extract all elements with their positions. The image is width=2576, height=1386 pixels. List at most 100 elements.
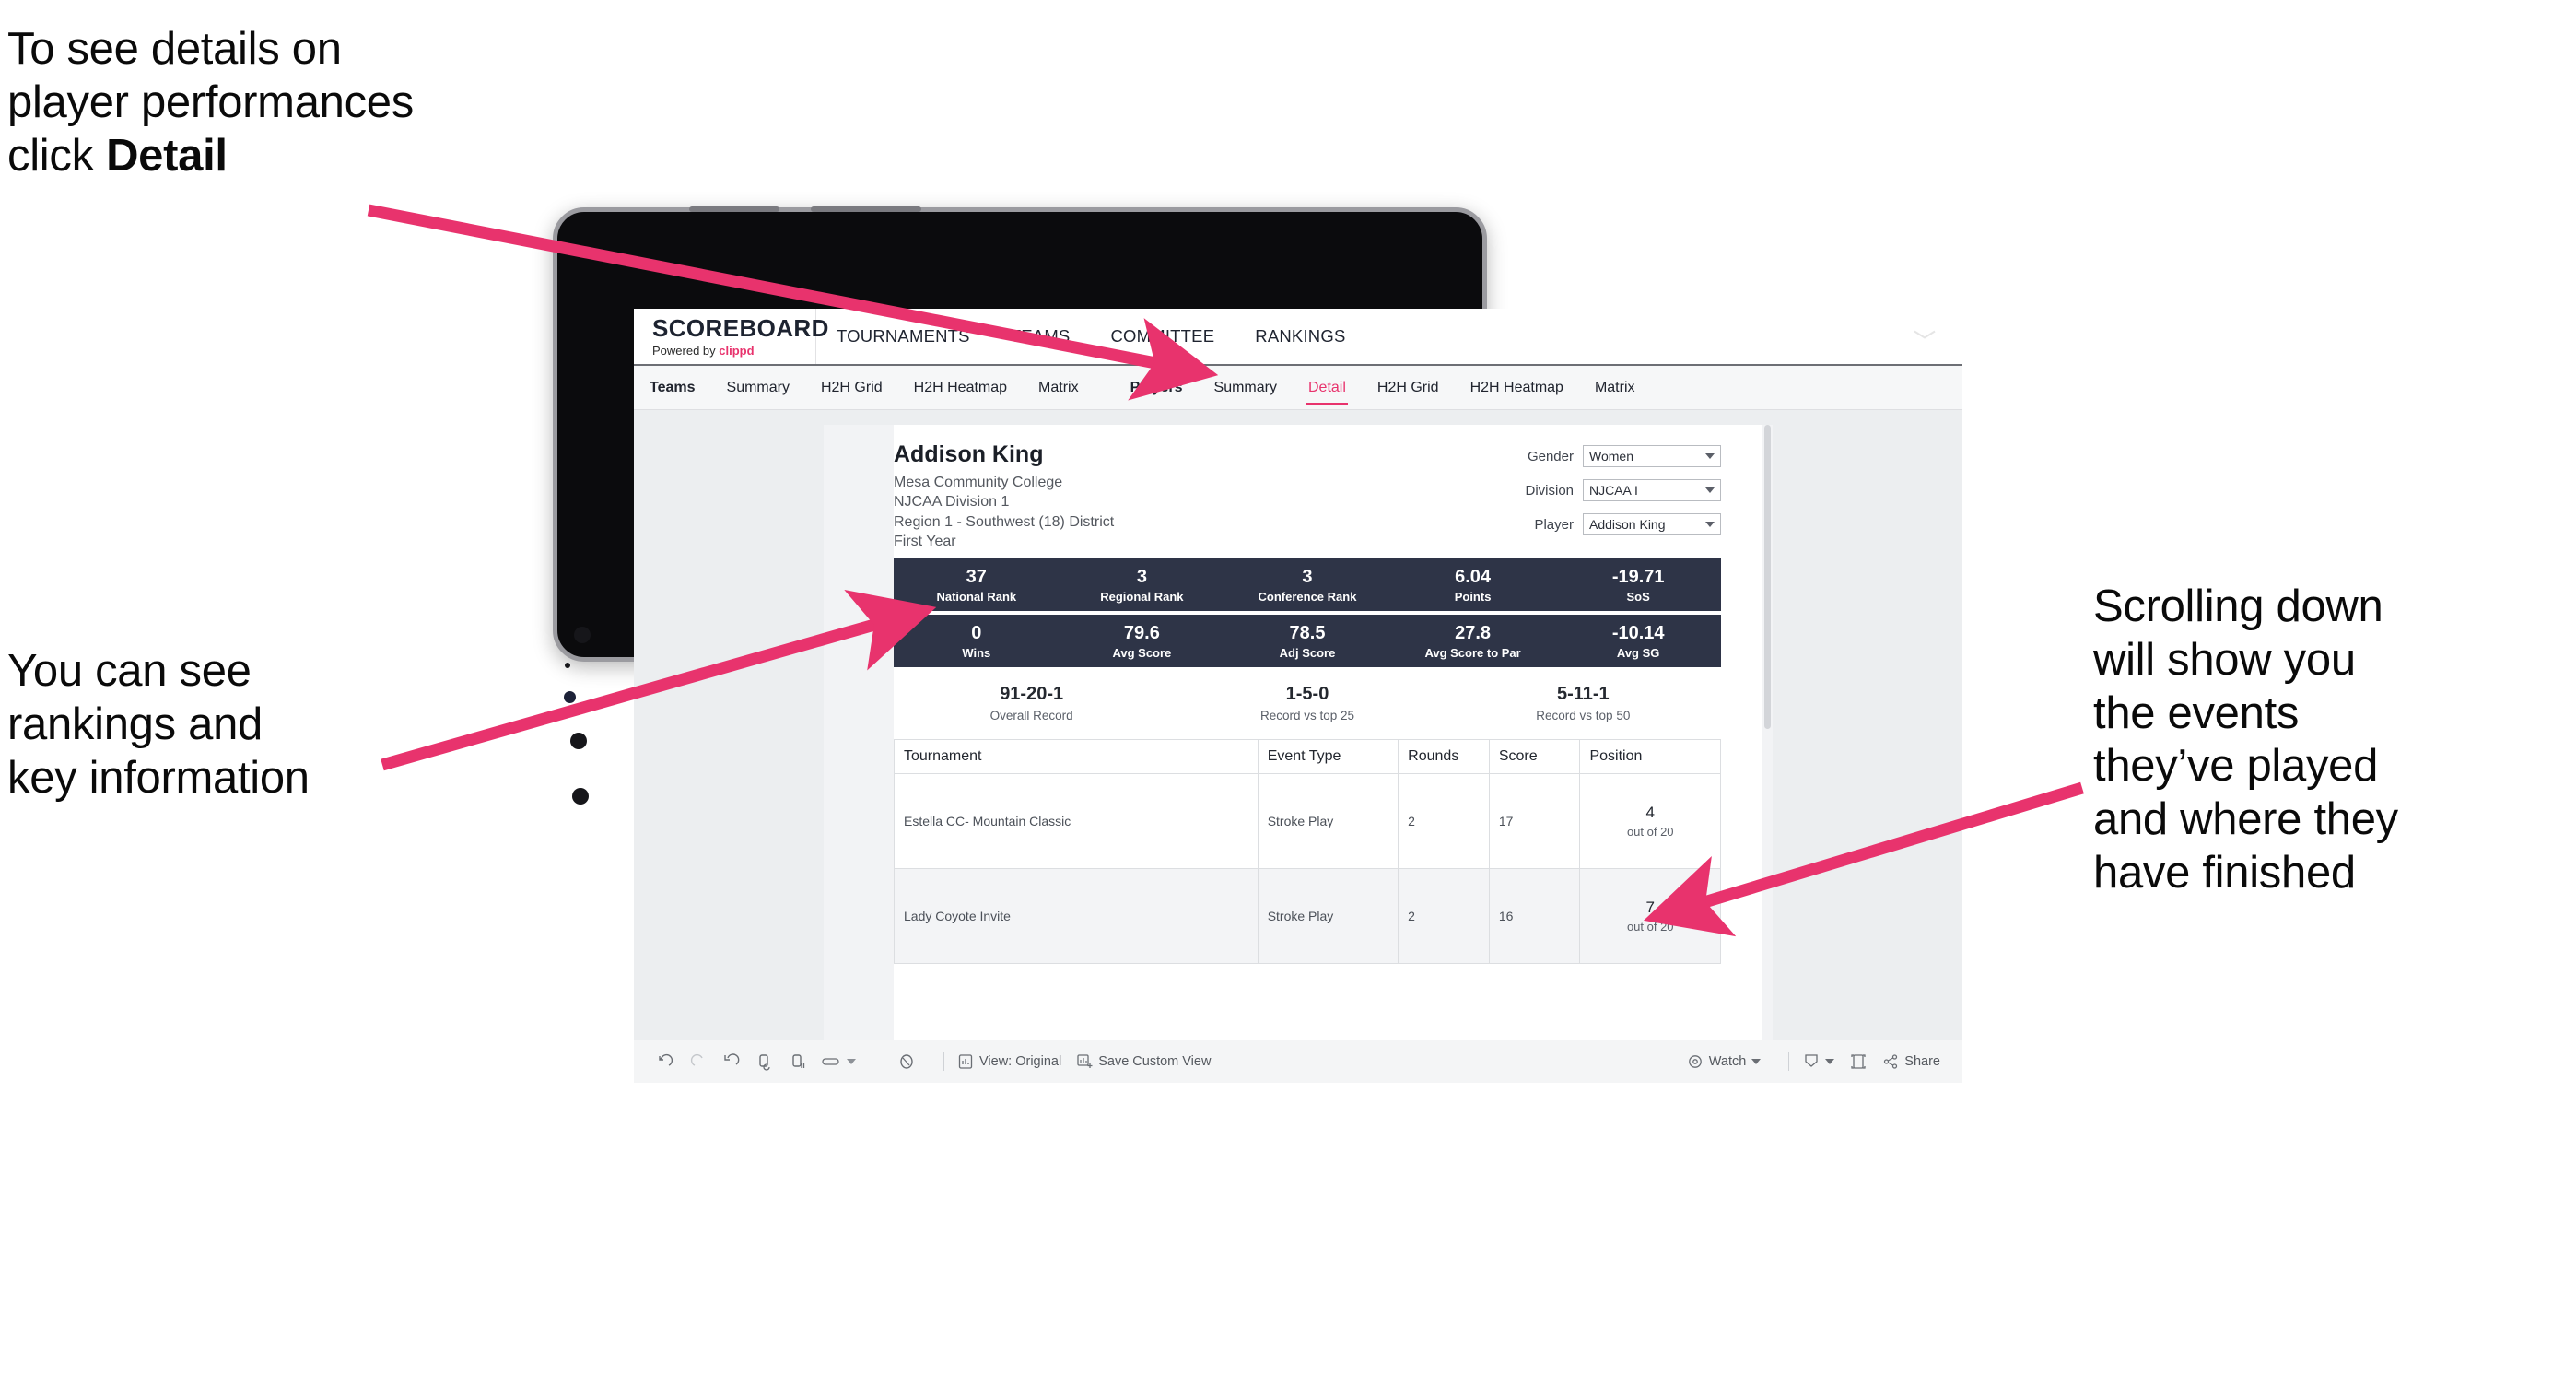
sub-nav-item-players-matrix[interactable]: Matrix [1579, 366, 1651, 409]
app-screen: SCOREBOARD Powered by clippd TOURNAMENTS… [634, 309, 1962, 1083]
filter-player: Player Addison King [1525, 513, 1721, 535]
stat-label: Avg Score to Par [1424, 645, 1521, 660]
revert-button[interactable] [722, 1052, 741, 1071]
watch-label: Watch [1708, 1054, 1747, 1069]
brand-logo[interactable]: SCOREBOARD Powered by clippd [634, 309, 829, 364]
cell-score: 17 [1488, 773, 1581, 870]
record-label: Record vs top 50 [1536, 709, 1631, 723]
record-label: Record vs top 25 [1259, 709, 1355, 723]
column-header-score[interactable]: Score [1488, 739, 1581, 775]
sub-nav-item-players-h2h-grid[interactable]: H2H Grid [1362, 366, 1455, 409]
view-original-button[interactable]: View: Original [957, 1053, 1061, 1070]
mic-dot [570, 733, 587, 749]
filter-gender-value: Women [1589, 449, 1633, 464]
save-custom-view-button[interactable]: Save Custom View [1076, 1053, 1211, 1070]
sub-nav-item-players-h2h-heatmap[interactable]: H2H Heatmap [1455, 366, 1579, 409]
top-nav-item-tournaments[interactable]: TOURNAMENTS [816, 309, 990, 364]
player-identity: Addison King Mesa Community College NJCA… [894, 441, 1114, 551]
dashboard-canvas: Addison King Mesa Community College NJCA… [634, 410, 1962, 1083]
record-value: 1-5-0 [1285, 684, 1329, 705]
sub-nav-item-teams[interactable]: Teams [634, 366, 711, 409]
stat-regional-rank: 3 Regional Rank [1060, 567, 1225, 604]
view-original-label: View: Original [979, 1054, 1062, 1069]
stats-row-rankings: 37 National Rank 3 Regional Rank 3 Confe… [894, 558, 1721, 612]
record-vs-top-50: 5-11-1 Record vs top 50 [1446, 684, 1721, 722]
filter-player-select[interactable]: Addison King [1583, 513, 1721, 535]
position-out-of: out of 20 [1626, 825, 1674, 840]
sub-nav-item-teams-matrix[interactable]: Matrix [1023, 366, 1095, 409]
stat-value: 78.5 [1289, 622, 1326, 643]
brand-title: SCOREBOARD [652, 313, 829, 342]
callout-bold-detail: Detail [106, 130, 228, 181]
stat-avg-score: 79.6 Avg Score [1060, 623, 1225, 660]
download-button[interactable] [1802, 1052, 1835, 1071]
table-header-row: Tournament Event Type Rounds Score Posit… [894, 739, 1721, 775]
player-header-row: Addison King Mesa Community College NJCA… [894, 441, 1721, 551]
top-nav-item-committee[interactable]: COMMITTEE [1090, 309, 1235, 364]
toolbar-divider [1788, 1052, 1790, 1071]
stat-value: 37 [966, 566, 987, 587]
pan-button[interactable] [822, 1052, 856, 1071]
sub-nav-item-players[interactable]: Players [1115, 366, 1199, 409]
sub-nav-item-players-detail[interactable]: Detail [1293, 366, 1362, 409]
stat-avg-sg: -10.14 Avg SG [1555, 623, 1721, 660]
stat-national-rank: 37 National Rank [894, 567, 1060, 604]
position-number: 4 [1645, 804, 1655, 822]
show-me-button[interactable] [897, 1052, 916, 1071]
callout-scrolling-down: Scrolling down will show you the events … [2093, 581, 2398, 899]
filter-division-select[interactable]: NJCAA I [1583, 479, 1721, 501]
top-nav-item-rankings[interactable]: RANKINGS [1235, 309, 1365, 364]
player-school: Mesa Community College [894, 475, 1063, 490]
player-region: Region 1 - Southwest (18) District [894, 513, 1115, 530]
player-year: First Year [894, 533, 956, 549]
column-header-event-type[interactable]: Event Type [1257, 739, 1399, 775]
table-row[interactable]: Estella CC- Mountain Classic Stroke Play… [894, 773, 1721, 870]
cell-tournament: Estella CC- Mountain Classic [894, 773, 1259, 870]
sub-nav-item-players-summary[interactable]: Summary [1199, 366, 1293, 409]
pause-auto-updates-button[interactable] [789, 1052, 807, 1071]
sheet-scrollbar-track[interactable] [1762, 425, 1773, 1083]
share-button[interactable]: Share [1882, 1053, 1940, 1070]
sub-nav-item-teams-h2h-grid[interactable]: H2H Grid [805, 366, 898, 409]
sub-nav-teams-group: Teams Summary H2H Grid H2H Heatmap Matri… [634, 366, 1095, 409]
brand-clippd: clippd [719, 343, 755, 358]
column-header-rounds[interactable]: Rounds [1398, 739, 1490, 775]
cell-score: 16 [1488, 868, 1581, 965]
top-nav-item-teams[interactable]: TEAMS [990, 309, 1091, 364]
share-label: Share [1904, 1054, 1940, 1069]
sub-nav-item-teams-summary[interactable]: Summary [711, 366, 805, 409]
filter-gender-label: Gender [1527, 448, 1574, 464]
column-header-tournament[interactable]: Tournament [894, 739, 1259, 775]
record-value: 5-11-1 [1556, 684, 1610, 705]
player-division: NJCAA Division 1 [894, 494, 1010, 511]
table-row[interactable]: Lady Coyote Invite Stroke Play 2 16 7 ou… [894, 868, 1721, 965]
callout-rankings-info: You can see rankings and key information [7, 646, 310, 803]
watch-icon [1687, 1053, 1704, 1070]
record-label: Overall Record [989, 709, 1073, 723]
cell-position: 7 out of 20 [1579, 868, 1721, 965]
stats-row-scoring: 0 Wins 79.6 Avg Score 78.5 Adj Score 27.… [894, 615, 1721, 668]
sensor-dot-small [565, 663, 570, 668]
sub-nav-item-teams-h2h-heatmap[interactable]: H2H Heatmap [898, 366, 1023, 409]
undo-button[interactable] [656, 1052, 674, 1071]
fullscreen-button[interactable] [1849, 1052, 1868, 1071]
header-menu-icon[interactable] [1913, 328, 1937, 346]
redo-button[interactable] [689, 1052, 708, 1071]
sheet-scrollbar-thumb[interactable] [1764, 425, 1771, 729]
chevron-down-icon [1751, 1059, 1762, 1064]
position-out-of: out of 20 [1626, 920, 1674, 934]
column-header-position[interactable]: Position [1579, 739, 1721, 775]
power-button[interactable] [689, 206, 779, 212]
volume-button[interactable] [811, 206, 921, 212]
filter-gender-select[interactable]: Women [1583, 445, 1721, 467]
filter-division-value: NJCAA I [1589, 483, 1638, 498]
stat-label: Avg Score [1112, 645, 1172, 660]
watch-button[interactable]: Watch [1687, 1053, 1762, 1070]
stat-value: 6.04 [1455, 566, 1492, 587]
dashboard-sheet: Addison King Mesa Community College NJCA… [824, 425, 1773, 1083]
speaker-dot [572, 788, 589, 805]
refresh-data-button[interactable] [755, 1052, 774, 1071]
cell-rounds: 2 [1398, 773, 1490, 870]
stat-value: 27.8 [1455, 622, 1492, 643]
bottom-toolbar: View: Original Save Custom View Watch Sh… [634, 1040, 1962, 1083]
